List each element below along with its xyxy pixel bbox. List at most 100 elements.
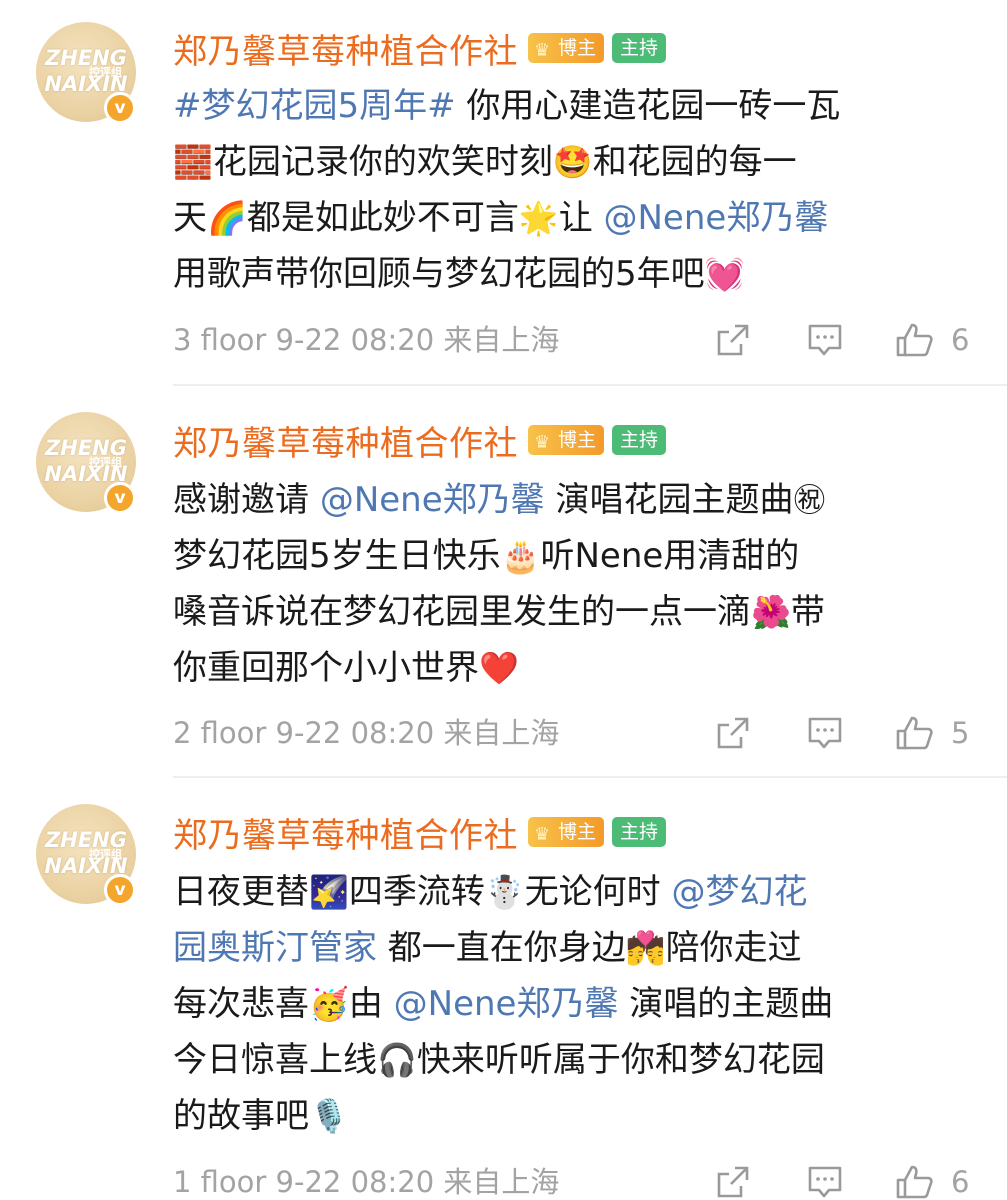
blogger-badge: ♛ 博主 — [528, 817, 605, 847]
emoji: 💏 — [625, 929, 666, 967]
crown-icon: ♛ — [534, 824, 551, 845]
text-span: 由 — [348, 984, 394, 1024]
mention-link[interactable]: @Nene郑乃馨 — [394, 984, 619, 1024]
emoji: 💓 — [704, 255, 745, 293]
crown-icon: ♛ — [534, 432, 551, 453]
emoji: ❤️ — [479, 649, 519, 687]
comment-text-line: 梦幻花园5岁生日快乐🎂听Nene用清甜的 — [173, 528, 973, 584]
comment-meta: 3 floor 9-22 08:20 来自上海 6 — [173, 318, 973, 362]
text-span: 演唱花园主题曲 — [544, 480, 794, 520]
comment-text-line: 日夜更替🌠四季流转☃️无论何时 @梦幻花 — [173, 864, 973, 920]
text-span: 无论何时 — [524, 872, 672, 912]
divider — [173, 776, 1007, 778]
text-span: 每次悲喜 — [173, 984, 309, 1024]
avatar-stamp: 控评组 — [89, 848, 122, 861]
comment-meta: 1 floor 9-22 08:20 来自上海 6 — [173, 1160, 973, 1200]
emoji: 🥳 — [309, 985, 349, 1023]
author-name[interactable]: 郑乃馨草莓种植合作社 — [173, 24, 518, 73]
comment-text-line: 你重回那个小小世界❤️ — [173, 640, 973, 696]
share-icon[interactable] — [715, 1164, 751, 1200]
emoji: 🌟 — [518, 199, 559, 237]
comment-text-line: 今日惊喜上线🎧快来听听属于你和梦幻花园 — [173, 1032, 973, 1088]
avatar-stamp: 控评组 — [89, 66, 122, 79]
blogger-badge-label: 博主 — [558, 821, 597, 843]
emoji: ㊗ — [793, 481, 826, 519]
text-span: 嗓音诉说在梦幻花园里发生的一点一滴 — [173, 592, 751, 632]
blogger-badge: ♛ 博主 — [528, 33, 605, 63]
thumbs-up-icon[interactable] — [895, 1164, 935, 1200]
hashtag-link[interactable]: #梦幻花园5周年# — [173, 86, 456, 126]
comment-text-line: 天🌈都是如此妙不可言🌟让 @Nene郑乃馨 — [173, 190, 973, 246]
text-span: 快来听听属于你和梦幻花园 — [416, 1040, 825, 1080]
emoji: 🎧 — [377, 1041, 417, 1079]
comment-text-line: 感谢邀请 @Nene郑乃馨 演唱花园主题曲㊗ — [173, 472, 973, 528]
comment-text-line: 嗓音诉说在梦幻花园里发生的一点一滴🌺带 — [173, 584, 973, 640]
comment-text-line: 的故事吧🎙️ — [173, 1088, 973, 1144]
text-span: 今日惊喜上线 — [173, 1040, 377, 1080]
author-row: 郑乃馨草莓种植合作社 ♛ 博主 主持 — [173, 416, 667, 465]
text-span: 梦幻花园5岁生日快乐 — [173, 536, 501, 576]
comment-text: 日夜更替🌠四季流转☃️无论何时 @梦幻花 园奥斯汀管家 都一直在你身边💏陪你走过每… — [173, 864, 973, 1144]
like-count: 5 — [951, 716, 970, 750]
blogger-badge-label: 博主 — [558, 37, 597, 59]
text-span: 天 — [173, 198, 207, 238]
mention-link[interactable]: @Nene郑乃馨 — [320, 480, 545, 520]
text-span: 带 — [790, 592, 825, 632]
comment-text: 感谢邀请 @Nene郑乃馨 演唱花园主题曲㊗ 梦幻花园5岁生日快乐🎂听Nene用清… — [173, 472, 973, 696]
comment-icon[interactable] — [807, 322, 843, 358]
comment-meta: 2 floor 9-22 08:20 来自上海 5 — [173, 711, 973, 755]
text-span: 日夜更替 — [173, 872, 309, 912]
like-count: 6 — [951, 323, 970, 357]
text-span: 都一直在你身边 — [377, 928, 626, 968]
emoji: ☃️ — [484, 873, 525, 911]
text-span: 四季流转 — [348, 872, 485, 912]
text-span: 和花园的每一 — [592, 142, 797, 182]
comment-text-line: #梦幻花园5周年# 你用心建造花园一砖一瓦 — [173, 78, 973, 134]
text-span: 感谢邀请 — [173, 480, 320, 520]
comment-meta-text: 3 floor 9-22 08:20 来自上海 — [173, 323, 560, 357]
comment-meta-text: 1 floor 9-22 08:20 来自上海 — [173, 1165, 560, 1199]
emoji: 🌺 — [751, 593, 791, 631]
author-row: 郑乃馨草莓种植合作社 ♛ 博主 主持 — [173, 24, 667, 73]
mention-link[interactable]: @Nene郑乃馨 — [604, 198, 829, 238]
text-span: 的故事吧 — [173, 1096, 309, 1136]
comment-icon[interactable] — [807, 1164, 843, 1200]
verified-icon: v — [104, 874, 136, 906]
blogger-badge-label: 博主 — [558, 429, 597, 451]
text-span: 你重回那个小小世界 — [173, 648, 479, 688]
blogger-badge: ♛ 博主 — [528, 425, 605, 455]
comment-feed: ZHENG NAIXIN 控评组 v 郑乃馨草莓种植合作社 ♛ 博主 主持 #梦幻… — [0, 0, 1007, 1200]
author-name[interactable]: 郑乃馨草莓种植合作社 — [173, 416, 518, 465]
divider — [173, 384, 1007, 386]
text-span: 用歌声带你回顾与梦幻花园的5年吧 — [173, 254, 705, 294]
mention-link[interactable]: @梦幻花 — [672, 872, 808, 912]
thumbs-up-icon[interactable] — [895, 322, 935, 358]
mention-link[interactable]: 园奥斯汀管家 — [173, 928, 377, 968]
emoji: 🌠 — [309, 873, 349, 911]
verified-icon: v — [104, 482, 136, 514]
emoji: 🌈 — [207, 199, 247, 237]
comment-text: #梦幻花园5周年# 你用心建造花园一砖一瓦 🧱花园记录你的欢笑时刻🤩和花园的每一天… — [173, 78, 973, 302]
text-span: 你用心建造花园一砖一瓦 — [455, 86, 841, 126]
comment-icon[interactable] — [807, 715, 843, 751]
author-row: 郑乃馨草莓种植合作社 ♛ 博主 主持 — [173, 808, 667, 857]
author-name[interactable]: 郑乃馨草莓种植合作社 — [173, 808, 518, 857]
share-icon[interactable] — [715, 715, 751, 751]
verified-icon: v — [104, 92, 136, 124]
share-icon[interactable] — [715, 322, 751, 358]
like-count: 6 — [951, 1165, 970, 1199]
crown-icon: ♛ — [534, 40, 551, 61]
comment-text-line: 🧱花园记录你的欢笑时刻🤩和花园的每一 — [173, 134, 973, 190]
text-span: 让 — [558, 198, 604, 238]
emoji: 🧱 — [173, 143, 213, 181]
text-span: 演唱的主题曲 — [618, 984, 834, 1024]
thumbs-up-icon[interactable] — [895, 715, 935, 751]
avatar-stamp: 控评组 — [89, 456, 122, 469]
text-span: 听Nene用清甜的 — [540, 536, 800, 576]
host-badge: 主持 — [612, 425, 667, 455]
emoji: 🎂 — [500, 537, 541, 575]
comment-text-line: 用歌声带你回顾与梦幻花园的5年吧💓 — [173, 246, 973, 302]
comment-text-line: 园奥斯汀管家 都一直在你身边💏陪你走过 — [173, 920, 973, 976]
emoji: 🎙️ — [309, 1097, 349, 1135]
host-badge: 主持 — [612, 817, 667, 847]
